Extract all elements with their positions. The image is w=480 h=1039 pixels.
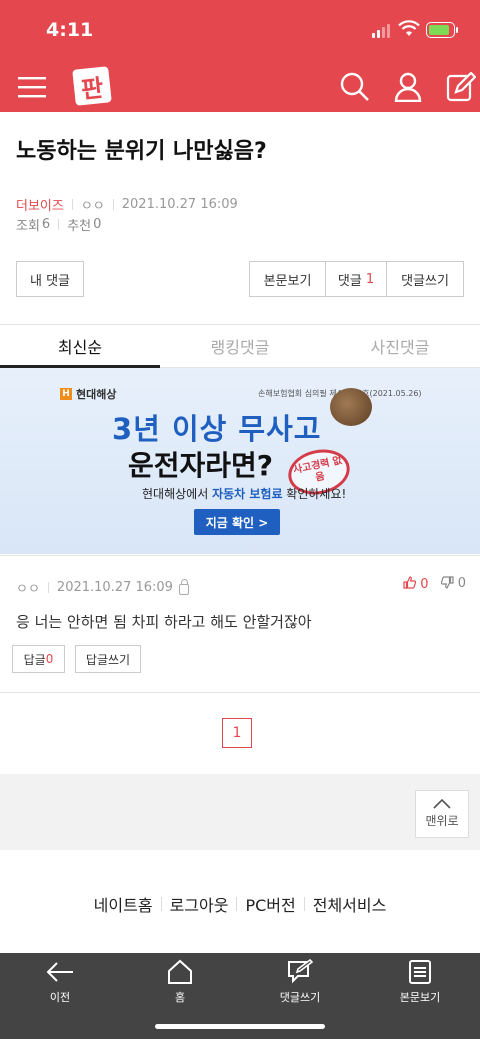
ad-subtext: 현대해상에서 자동차 보험료 확인하세요! bbox=[142, 485, 346, 502]
footer-link-logout[interactable]: 로그아웃 bbox=[170, 892, 229, 916]
bottom-nav-back[interactable]: 이전 bbox=[0, 959, 120, 1005]
comment-date: 2021.10.27 16:09 bbox=[56, 580, 173, 595]
post-title: 노동하는 분위기 나만싫음? bbox=[16, 139, 267, 164]
comment-text: 응 너는 안하면 됨 차피 하라고 해도 안할거잖아 bbox=[16, 613, 312, 631]
hamburger-icon[interactable] bbox=[15, 70, 49, 104]
ad-sub-prefix: 현대해상에서 bbox=[142, 487, 213, 501]
comment-meta: ㅇㅇ 2021.10.27 16:09 bbox=[16, 578, 189, 597]
recommend-label: 추천 bbox=[67, 219, 92, 234]
reply-label: 답글 bbox=[23, 652, 46, 667]
comments-label: 댓글 bbox=[337, 273, 362, 289]
ad-brand: H 현대해상 bbox=[60, 386, 116, 402]
comments-count: 1 bbox=[365, 271, 375, 287]
ad-cta-button[interactable]: 지금 확인 > bbox=[194, 509, 280, 535]
post-meta: 더보이즈 ㅇㅇ 2021.10.27 16:09 bbox=[16, 195, 238, 214]
reply-count: 0 bbox=[45, 652, 54, 666]
reply-write-button[interactable]: 답글쓰기 bbox=[75, 645, 141, 673]
downvote-count: 0 bbox=[457, 576, 466, 591]
ad-headline-2: 운전자라면? bbox=[128, 449, 274, 482]
post-date: 2021.10.27 16:09 bbox=[121, 197, 238, 212]
navbar: 판 bbox=[0, 62, 480, 112]
status-bar: 4:11 bbox=[0, 0, 480, 62]
downvote-button[interactable]: 0 bbox=[440, 576, 466, 592]
lock-icon bbox=[178, 579, 189, 595]
thumbs-up-icon bbox=[403, 576, 417, 589]
upvote-count: 0 bbox=[420, 577, 429, 592]
post-stats: 조회 6 추천 0 bbox=[16, 215, 101, 234]
stamp-handle-icon bbox=[330, 388, 372, 426]
to-top-label: 맨위로 bbox=[425, 814, 459, 828]
bottom-nav-view-post[interactable]: 본문보기 bbox=[360, 959, 480, 1005]
divider bbox=[47, 582, 49, 593]
tab-ranking[interactable]: 랭킹댓글 bbox=[160, 325, 320, 367]
wifi-icon bbox=[398, 20, 420, 42]
divider bbox=[303, 897, 305, 911]
post-author: ㅇㅇ bbox=[80, 199, 105, 214]
ad-sub-highlight: 자동차 보험료 bbox=[212, 487, 283, 501]
cellular-signal-icon bbox=[372, 24, 390, 38]
my-comments-button[interactable]: 내 댓글 bbox=[16, 261, 84, 297]
footer-link-nate-home[interactable]: 네이트홈 bbox=[94, 892, 153, 916]
status-time: 4:11 bbox=[46, 19, 94, 41]
bottom-nav: 이전 홈 댓글쓰기 본문보기 bbox=[0, 953, 480, 1039]
divider bbox=[236, 897, 238, 911]
recommend-count: 0 bbox=[93, 217, 102, 232]
footer-link-pc-version[interactable]: PC버전 bbox=[245, 892, 295, 916]
bottom-nav-view-label: 본문보기 bbox=[399, 991, 441, 1004]
upvote-button[interactable]: 0 bbox=[403, 576, 429, 592]
logo[interactable]: 판 bbox=[72, 66, 112, 106]
home-indicator bbox=[155, 1024, 325, 1029]
tab-latest[interactable]: 최신순 bbox=[0, 325, 160, 368]
footer-links: 네이트홈 로그아웃 PC버전 전체서비스 bbox=[0, 892, 480, 916]
divider bbox=[71, 199, 73, 210]
ad-headline-1: 3년 이상 무사고 bbox=[112, 412, 322, 446]
write-icon[interactable] bbox=[444, 70, 478, 104]
views-count: 6 bbox=[41, 217, 51, 232]
battery-icon bbox=[426, 22, 458, 38]
back-arrow-icon bbox=[46, 962, 73, 982]
bottom-nav-home[interactable]: 홈 bbox=[120, 959, 240, 1005]
page-number-current[interactable]: 1 bbox=[222, 718, 252, 748]
bottom-nav-home-label: 홈 bbox=[174, 991, 186, 1004]
ad-banner[interactable]: H 현대해상 손해보험협회 심의필 제43215호(2021.05.26) 3년… bbox=[0, 368, 480, 554]
thumbs-down-icon bbox=[440, 576, 454, 589]
bottom-nav-write-comment[interactable]: 댓글쓰기 bbox=[240, 959, 360, 1005]
views-label: 조회 bbox=[16, 219, 40, 234]
scroll-to-top-button[interactable]: 맨위로 bbox=[415, 790, 469, 838]
comment-author: ㅇㅇ bbox=[16, 582, 40, 597]
comments-button[interactable]: 댓글 1 bbox=[325, 261, 387, 297]
reply-button[interactable]: 답글 0 bbox=[12, 645, 65, 673]
write-comment-button[interactable]: 댓글쓰기 bbox=[386, 261, 464, 297]
search-icon[interactable] bbox=[338, 70, 372, 104]
footer-link-all-services[interactable]: 전체서비스 bbox=[313, 892, 387, 916]
divider bbox=[58, 219, 60, 230]
grey-divider-area bbox=[0, 774, 480, 850]
divider bbox=[160, 897, 162, 911]
ad-brand-name: 현대해상 bbox=[76, 388, 117, 401]
document-icon bbox=[409, 960, 431, 984]
home-icon bbox=[168, 959, 192, 984]
divider bbox=[112, 199, 114, 210]
comment-item: ㅇㅇ 2021.10.27 16:09 0 0 응 너는 안하면 됨 차피 하라… bbox=[0, 555, 480, 693]
app-header: 4:11 판 bbox=[0, 0, 480, 112]
user-icon[interactable] bbox=[391, 70, 425, 104]
brand-logo-icon: H bbox=[60, 388, 72, 400]
tab-photo[interactable]: 사진댓글 bbox=[320, 325, 480, 367]
ad-sub-suffix: 확인하세요! bbox=[282, 487, 347, 501]
view-post-button[interactable]: 본문보기 bbox=[249, 261, 326, 297]
chevron-up-icon bbox=[433, 799, 451, 809]
comment-votes: 0 0 bbox=[403, 576, 466, 592]
post-category[interactable]: 더보이즈 bbox=[16, 195, 64, 214]
bottom-nav-write-label: 댓글쓰기 bbox=[279, 991, 321, 1004]
bottom-nav-back-label: 이전 bbox=[49, 991, 71, 1004]
comment-sort-tabs: 최신순 랭킹댓글 사진댓글 bbox=[0, 324, 480, 368]
write-comment-icon bbox=[288, 959, 314, 984]
